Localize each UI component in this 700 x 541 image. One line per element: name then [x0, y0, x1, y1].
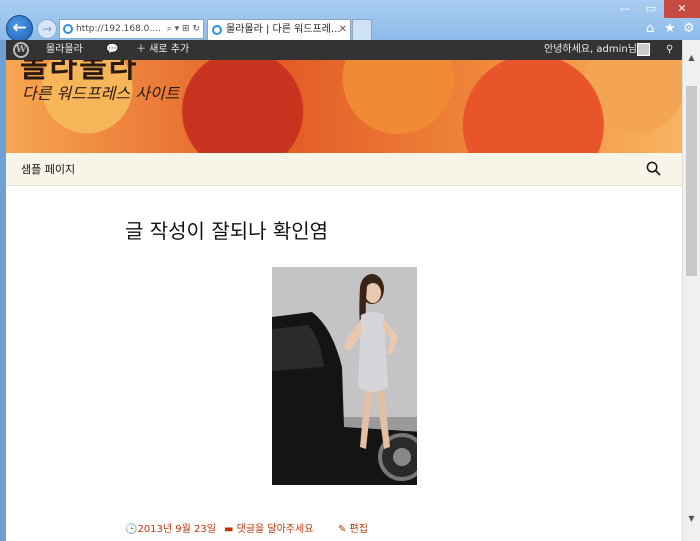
scroll-down-icon[interactable]: ▼	[683, 511, 700, 527]
search-icon[interactable]	[646, 161, 661, 176]
maximize-button[interactable]: ▭	[638, 0, 664, 18]
address-tools-icon[interactable]: ⌕ ▾ ⊞ ↻	[167, 20, 200, 38]
tab-close-icon[interactable]: ✕	[339, 20, 347, 40]
post-date-link[interactable]: 🕒2013년 9월 23일	[125, 520, 216, 535]
vertical-scrollbar[interactable]: ▲ ▼	[682, 40, 700, 541]
forward-arrow-icon: →	[41, 22, 53, 36]
forward-button[interactable]: →	[37, 19, 57, 39]
page-viewport: W 몰라몰라 💬 ＋ 새로 추가 안녕하세요, admin님 ⚲ 몰라몰라 다른…	[6, 40, 682, 541]
admin-search-icon[interactable]: ⚲	[666, 40, 673, 60]
ie-icon	[63, 24, 73, 34]
ie-icon	[212, 25, 222, 35]
wordpress-logo-icon[interactable]: W	[13, 42, 29, 58]
new-tab-button[interactable]	[352, 19, 372, 40]
nav-item-sample-page[interactable]: 샘플 페이지	[21, 153, 75, 186]
site-header-banner[interactable]: 몰라몰라 다른 워드프레스 사이트	[6, 60, 682, 153]
back-arrow-icon: ←	[12, 18, 27, 38]
wp-admin-bar: W 몰라몰라 💬 ＋ 새로 추가 안녕하세요, admin님 ⚲	[6, 40, 682, 60]
gear-icon[interactable]: ⚙	[683, 21, 695, 36]
scroll-up-icon[interactable]: ▲	[683, 50, 700, 66]
address-text: http://192.168.0....	[76, 24, 161, 34]
post-title[interactable]: 글 작성이 잘되나 확인염	[125, 215, 328, 244]
car-model-photo-icon	[272, 267, 417, 485]
comment-bubble-icon[interactable]: 💬	[106, 40, 118, 60]
back-button[interactable]: ←	[6, 15, 33, 42]
tab-title: 몰라몰라 | 다른 워드프레...	[226, 24, 341, 35]
post-comments-link[interactable]: ▬ 댓글을 달아주세요	[224, 520, 313, 535]
home-icon[interactable]: ⌂	[646, 21, 654, 36]
admin-bar-site-name[interactable]: 몰라몰라	[46, 40, 83, 60]
scrollbar-thumb[interactable]	[686, 86, 697, 276]
favorites-star-icon[interactable]: ★	[664, 21, 676, 36]
avatar[interactable]	[637, 43, 650, 56]
admin-bar-howdy[interactable]: 안녕하세요, admin님	[544, 40, 637, 60]
post-featured-image[interactable]	[272, 267, 417, 485]
post-edit-link[interactable]: ✎ 편집	[338, 520, 368, 535]
close-window-button[interactable]: ✕	[664, 0, 700, 18]
browser-chrome: ← → http://192.168.0.... ⌕ ▾ ⊞ ↻ 몰라몰라 | …	[0, 0, 700, 42]
minimize-button[interactable]: —	[612, 0, 638, 18]
address-bar[interactable]: http://192.168.0.... ⌕ ▾ ⊞ ↻	[59, 19, 204, 39]
admin-bar-new-button[interactable]: ＋ 새로 추가	[136, 40, 189, 60]
main-navigation: 샘플 페이지	[6, 153, 682, 186]
browser-tab-active[interactable]: 몰라몰라 | 다른 워드프레... ✕	[207, 19, 351, 40]
site-tagline: 다른 워드프레스 사이트	[22, 84, 180, 103]
